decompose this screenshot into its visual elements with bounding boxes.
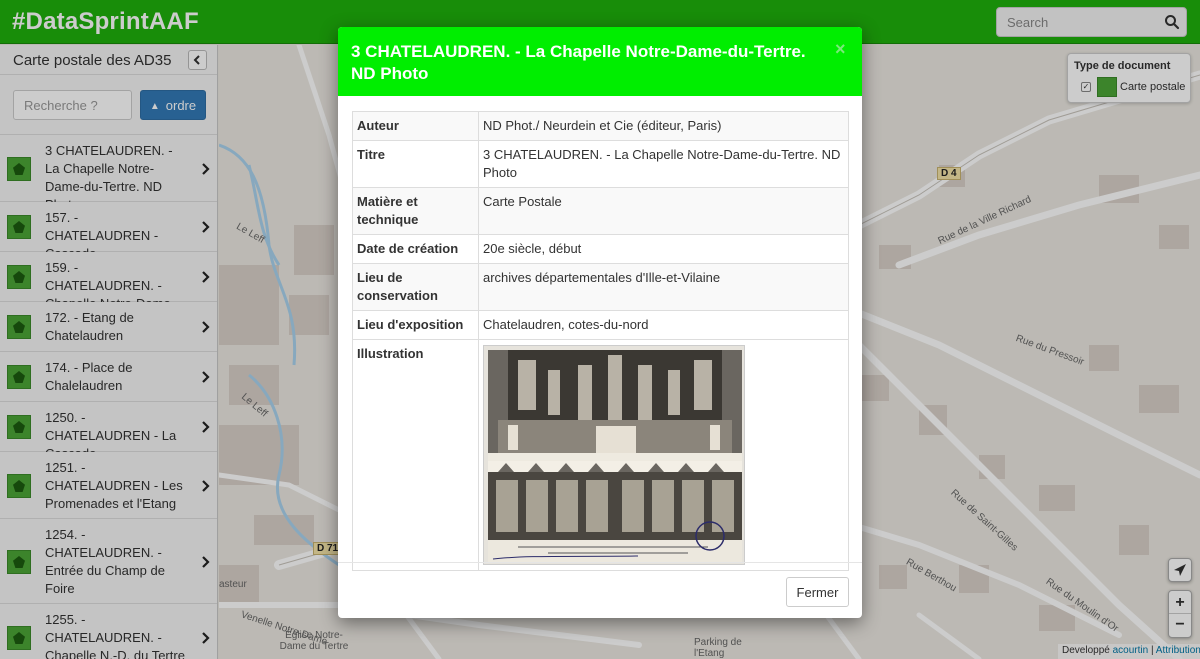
table-row: Matière et technique Carte Postale xyxy=(352,187,849,235)
detail-table: Auteur ND Phot./ Neurdein et Cie (éditeur… xyxy=(352,111,849,571)
row-value: archives départementales d'Ille-et-Vilai… xyxy=(478,263,849,311)
row-key: Matière et technique xyxy=(352,187,479,235)
row-value: 3 CHATELAUDREN. - La Chapelle Notre-Dame… xyxy=(478,140,849,188)
modal-footer: Fermer xyxy=(338,562,862,618)
detail-modal: 3 CHATELAUDREN. - La Chapelle Notre-Dame… xyxy=(338,27,862,618)
close-button[interactable]: Fermer xyxy=(786,577,849,607)
row-value: ND Phot./ Neurdein et Cie (éditeur, Pari… xyxy=(478,111,849,141)
row-key: Titre xyxy=(352,140,479,188)
row-value: Carte Postale xyxy=(478,187,849,235)
table-row: Lieu d'exposition Chatelaudren, cotes-du-… xyxy=(352,310,849,340)
row-key: Date de création xyxy=(352,234,479,264)
modal-title: 3 CHATELAUDREN. - La Chapelle Notre-Dame… xyxy=(351,42,806,83)
table-row: Auteur ND Phot./ Neurdein et Cie (éditeur… xyxy=(352,111,849,141)
postcard-image[interactable] xyxy=(483,345,745,565)
table-row: Date de création 20e siècle, début xyxy=(352,234,849,264)
illustration-cell xyxy=(478,339,849,571)
row-key: Lieu de conservation xyxy=(352,263,479,311)
table-row: Illustration xyxy=(352,339,849,571)
row-value: 20e siècle, début xyxy=(478,234,849,264)
close-icon[interactable]: × xyxy=(835,39,846,60)
modal-header: 3 CHATELAUDREN. - La Chapelle Notre-Dame… xyxy=(338,27,862,96)
table-row: Titre 3 CHATELAUDREN. - La Chapelle Notre… xyxy=(352,140,849,188)
table-row: Lieu de conservation archives département… xyxy=(352,263,849,311)
row-value: Chatelaudren, cotes-du-nord xyxy=(478,310,849,340)
row-key: Illustration xyxy=(352,339,479,571)
row-key: Auteur xyxy=(352,111,479,141)
row-key: Lieu d'exposition xyxy=(352,310,479,340)
